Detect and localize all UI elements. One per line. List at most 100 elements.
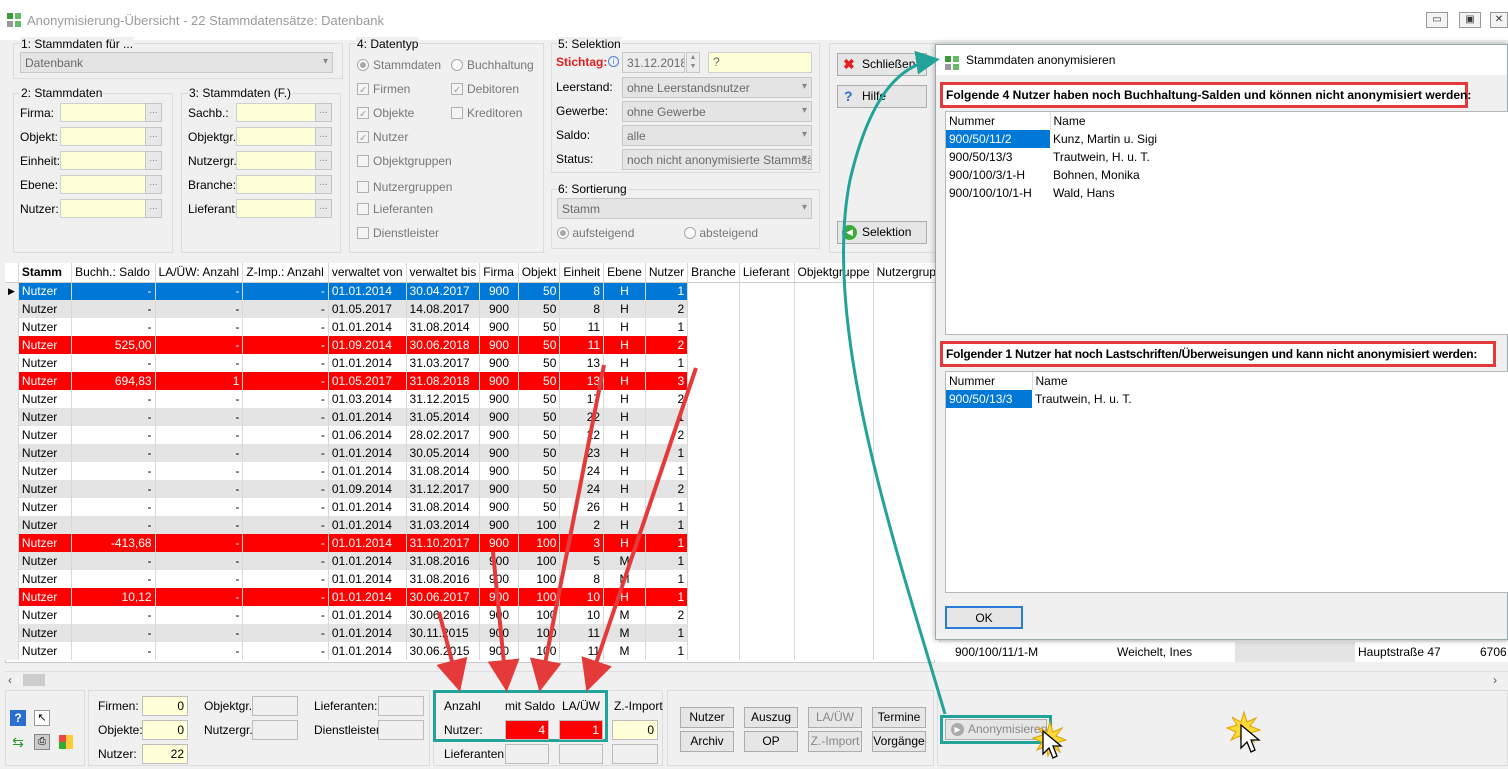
- table-row[interactable]: Nutzer - - -01.09.2014 31.12.2017 900 50 24 H 2: [5, 480, 940, 498]
- table-row[interactable]: Nutzer - - -01.01.2014 31.05.2014 900 50 22 H 1: [5, 408, 940, 426]
- column-header[interactable]: verwaltet von: [328, 263, 407, 283]
- datentyp-option[interactable]: Firmen: [357, 82, 410, 96]
- saldo-users-list[interactable]: Nummer Name 900/50/11/2 Kunz, Martin u. Sig…: [945, 111, 1508, 335]
- sort-desc-option[interactable]: absteigend: [684, 226, 758, 240]
- list-column-header[interactable]: Nummer: [946, 372, 1033, 390]
- browse-button[interactable]: ...: [145, 199, 162, 218]
- maximize-button[interactable]: ▣: [1459, 12, 1481, 28]
- colors-icon[interactable]: [58, 734, 74, 750]
- column-header[interactable]: Stamm: [18, 263, 73, 283]
- browse-button[interactable]: ...: [315, 127, 332, 146]
- selektion-row-select[interactable]: ohne Leerstandsnutzer ▾: [622, 77, 812, 98]
- table-row[interactable]: Nutzer - - -01.01.2014 31.03.2017 900 50 13 H 1: [5, 354, 940, 372]
- list-item[interactable]: 900/50/11/2 Kunz, Martin u. Sigi: [946, 130, 1508, 148]
- nav-button-archiv[interactable]: Archiv: [680, 731, 734, 752]
- table-row[interactable]: Nutzer 694,83 1-01.05.2017 31.08.2018 900 50 1…: [5, 372, 940, 390]
- column-header[interactable]: Objekt: [518, 263, 561, 283]
- stammdaten-fuer-select[interactable]: Datenbank ▾: [20, 52, 333, 73]
- browse-button[interactable]: ...: [145, 103, 162, 122]
- table-row[interactable]: Nutzer - - -01.01.2014 31.08.2016 900 100 8 M 1: [5, 570, 940, 588]
- datentyp-option[interactable]: Nutzer: [357, 130, 408, 144]
- sort-asc-option[interactable]: aufsteigend: [557, 226, 634, 240]
- table-row[interactable]: Nutzer 525,00- -01.09.2014 30.06.2018 900 50 1…: [5, 336, 940, 354]
- column-header[interactable]: Nutzer: [645, 263, 689, 283]
- horizontal-scrollbar[interactable]: ‹ ›: [5, 671, 1508, 688]
- nav-button-vorgnge[interactable]: Vorgänge: [872, 731, 926, 752]
- browse-button[interactable]: ...: [315, 175, 332, 194]
- column-header[interactable]: Ebene: [603, 263, 646, 283]
- column-header[interactable]: Z-Imp.: Anzahl: [242, 263, 329, 283]
- column-header[interactable]: LA/ÜW: Anzahl: [155, 263, 244, 283]
- table-row[interactable]: Nutzer - - -01.01.2014 31.08.2016 900 100 5 M 1: [5, 552, 940, 570]
- refresh-icon[interactable]: ⇆: [10, 734, 26, 750]
- browse-button[interactable]: ...: [315, 199, 332, 218]
- table-row[interactable]: Nutzer - - -01.05.2017 14.08.2017 900 50 8 H 2: [5, 300, 940, 318]
- table-row[interactable]: ▶ Nutzer - - -01.01.2014 30.04.2017 900 50 8 H 1: [5, 282, 940, 300]
- table-row[interactable]: Nutzer - - -01.01.2014 30.06.2015 900 100 11 M 1: [5, 642, 940, 660]
- datentyp-option[interactable]: Nutzergruppen: [357, 180, 452, 194]
- stichtag-extra-field[interactable]: ?: [708, 52, 812, 73]
- table-row[interactable]: Nutzer - - -01.01.2014 31.08.2014 900 50 26 H 1: [5, 498, 940, 516]
- column-header[interactable]: Branche: [687, 263, 740, 283]
- datentyp-option[interactable]: Debitoren: [451, 82, 519, 96]
- nav-button-op[interactable]: OP: [744, 731, 798, 752]
- selektion-row-select[interactable]: noch nicht anonymisierte Stammsät ▾: [622, 149, 812, 170]
- table-row[interactable]: Nutzer - - -01.01.2014 30.06.2016 900 100 10 M 2: [5, 606, 940, 624]
- close-window-button[interactable]: ✕: [1490, 12, 1508, 28]
- list-column-header[interactable]: Name: [1032, 372, 1508, 390]
- selektion-button[interactable]: ◀ Selektion: [837, 221, 927, 244]
- column-header[interactable]: Buchh.: Saldo: [71, 263, 156, 283]
- datentyp-option[interactable]: Stammdaten: [357, 58, 441, 72]
- ok-button[interactable]: OK: [945, 606, 1023, 629]
- datentyp-option[interactable]: Objekte: [357, 106, 414, 120]
- table-row[interactable]: Nutzer - - -01.01.2014 30.05.2014 900 50 23 H 1: [5, 444, 940, 462]
- close-button[interactable]: ✖ Schließen: [837, 53, 927, 76]
- column-header[interactable]: Nutzergrup: [873, 263, 940, 283]
- help-icon[interactable]: ?: [10, 710, 26, 726]
- lauw-users-list[interactable]: Nummer Name 900/50/13/3 Trautwein, H. u. T.: [945, 371, 1508, 593]
- scroll-thumb[interactable]: [23, 674, 45, 686]
- browse-button[interactable]: ...: [145, 127, 162, 146]
- nav-button-auszug[interactable]: Auszug: [744, 707, 798, 728]
- table-row[interactable]: Nutzer - - -01.01.2014 31.08.2014 900 50 11 H 1: [5, 318, 940, 336]
- column-header[interactable]: Objektgruppe: [794, 263, 874, 283]
- scroll-right-icon[interactable]: ›: [1493, 673, 1497, 687]
- table-row[interactable]: Nutzer -413,68- -01.01.2014 31.10.2017 900 10…: [5, 534, 940, 552]
- list-item[interactable]: 900/100/10/1-H Wald, Hans: [946, 184, 1508, 202]
- table-row[interactable]: Nutzer - - -01.01.2014 31.03.2014 900 100 2 H 1: [5, 516, 940, 534]
- browse-button[interactable]: ...: [145, 175, 162, 194]
- sortierung-select[interactable]: Stamm ▾: [557, 198, 812, 219]
- pointer-icon[interactable]: ↖: [34, 710, 50, 726]
- browse-button[interactable]: ...: [315, 151, 332, 170]
- list-column-header[interactable]: Nummer: [946, 112, 1051, 130]
- datentyp-option[interactable]: Dienstleister: [357, 226, 439, 240]
- browse-button[interactable]: ...: [315, 103, 332, 122]
- selektion-row-select[interactable]: ohne Gewerbe ▾: [622, 101, 812, 122]
- print-icon[interactable]: ⎙: [34, 734, 50, 750]
- datentyp-option[interactable]: Kreditoren: [451, 106, 522, 120]
- table-row[interactable]: Nutzer - - -01.01.2014 30.11.2015 900 100 11 M 1: [5, 624, 940, 642]
- list-item[interactable]: 900/100/3/1-H Bohnen, Monika: [946, 166, 1508, 184]
- column-header[interactable]: Einheit: [559, 263, 605, 283]
- scroll-left-icon[interactable]: ‹: [8, 673, 12, 687]
- selektion-row-select[interactable]: alle ▾: [622, 125, 812, 146]
- nav-button-law[interactable]: LA/ÜW: [808, 707, 862, 728]
- nav-button-zimport[interactable]: Z.-Import: [808, 731, 862, 752]
- browse-button[interactable]: ...: [145, 151, 162, 170]
- column-header[interactable]: Firma: [479, 263, 519, 283]
- nav-button-nutzer[interactable]: Nutzer: [680, 707, 734, 728]
- column-header[interactable]: Lieferant: [739, 263, 795, 283]
- table-row[interactable]: Nutzer - - -01.01.2014 31.08.2014 900 50 24 H 1: [5, 462, 940, 480]
- list-item[interactable]: 900/50/13/3 Trautwein, H. u. T.: [946, 148, 1508, 166]
- help-button[interactable]: ? Hilfe: [837, 85, 927, 108]
- table-row[interactable]: Nutzer 10,12- -01.01.2014 30.06.2017 900 100 1…: [5, 588, 940, 606]
- list-column-header[interactable]: Name: [1050, 112, 1508, 130]
- datentyp-option[interactable]: Objektgruppen: [357, 154, 452, 168]
- table-row[interactable]: Nutzer - - -01.03.2014 31.12.2015 900 50 17 H 2: [5, 390, 940, 408]
- table-row[interactable]: Nutzer - - -01.06.2014 28.02.2017 900 50 22 H 2: [5, 426, 940, 444]
- datentyp-option[interactable]: Buchhaltung: [451, 58, 534, 72]
- list-item[interactable]: 900/50/13/3 Trautwein, H. u. T.: [946, 390, 1508, 408]
- datentyp-option[interactable]: Lieferanten: [357, 202, 433, 216]
- column-header[interactable]: verwaltet bis: [406, 263, 481, 283]
- stichtag-input[interactable]: 31.12.2018: [622, 52, 685, 73]
